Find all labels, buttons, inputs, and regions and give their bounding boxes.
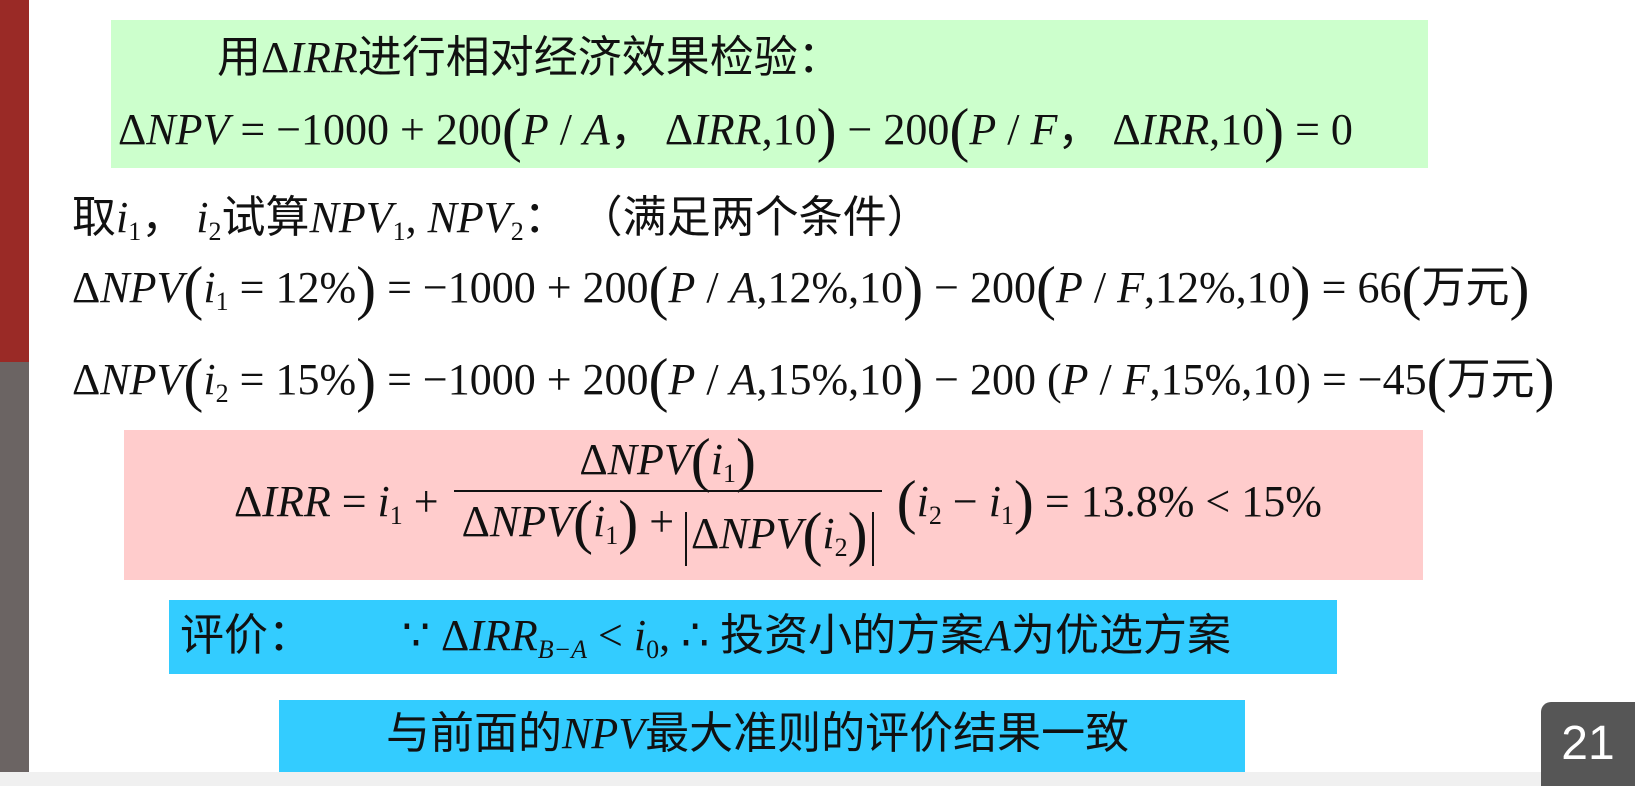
conclusion-line: 与前面的NPV最大准则的评价结果一致	[386, 709, 1130, 758]
irr-fraction: ΔNPV(i1) ΔNPV(i1) + ΔNPV(i2)	[453, 427, 882, 566]
page-number: 21	[1541, 702, 1635, 786]
fraction-numerator: ΔNPV(i1)	[579, 427, 756, 493]
npv-i2-equation: ΔNPV(i2 = 15%) = −1000 + 200(P / A,15%,1…	[72, 347, 1555, 413]
slide: 用ΔIRR进行相对经济效果检验： ΔNPV = −1000 + 200(P / …	[0, 0, 1635, 772]
evaluation-line: 评价： ∵ ΔIRRB−A < i0, ∴ 投资小的方案A为优选方案	[180, 611, 1231, 664]
delta-npv-equation: ΔNPV = −1000 + 200(P / A， ΔIRR,10) − 200…	[118, 97, 1353, 163]
heading-line: 用ΔIRR进行相对经济效果检验：	[217, 33, 842, 82]
trial-line: 取i1， i2试算NPV1, NPV2： （满足两个条件）	[72, 193, 931, 246]
accent-bar-top	[0, 0, 29, 362]
npv-i1-equation: ΔNPV(i1 = 12%) = −1000 + 200(P / A,12%,1…	[72, 255, 1530, 321]
accent-bar-bottom	[0, 362, 29, 772]
fraction-denominator: ΔNPV(i1) + ΔNPV(i2)	[453, 490, 882, 566]
delta-irr-formula: ΔIRR = i1 + ΔNPV(i1) ΔNPV(i1) + ΔNPV(i2)…	[234, 427, 1322, 567]
